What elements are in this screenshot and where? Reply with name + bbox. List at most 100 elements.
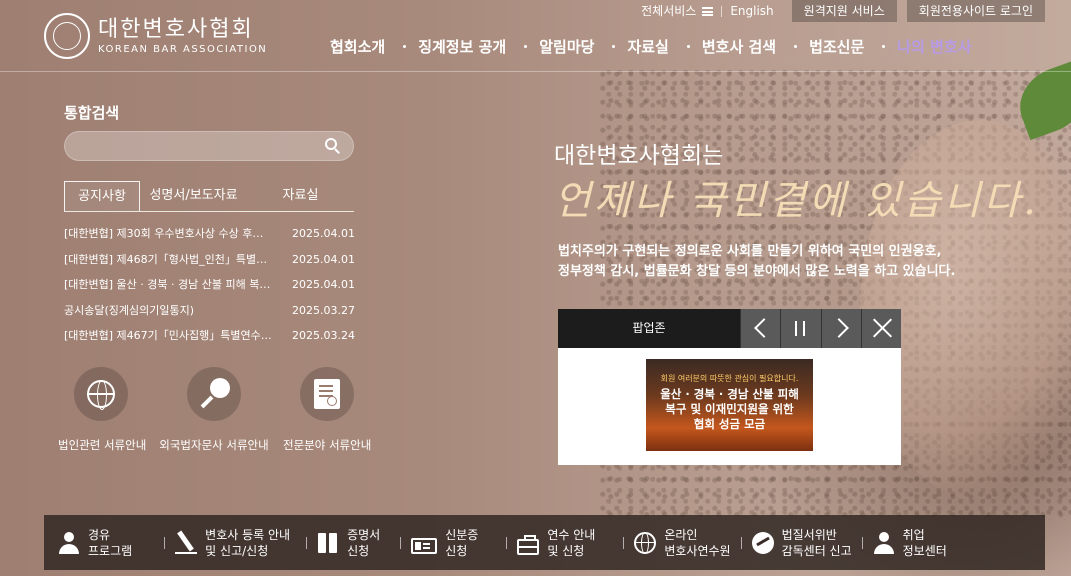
bottom-item-violation-report[interactable]: 법질서위반 감독센터 신고 <box>751 515 852 570</box>
popup-pause-button[interactable] <box>780 309 821 348</box>
quick-label: 전문분야 서류안내 <box>283 438 372 452</box>
notice-title[interactable]: [대한변협] 울산 · 경북 · 경남 산불 피해 복… <box>64 275 274 301</box>
nav-bullet <box>686 45 690 48</box>
bottom-item-online-academy[interactable]: 온라인 변호사연수원 <box>634 515 731 570</box>
person-icon <box>58 531 80 554</box>
nav-bullet <box>524 45 528 48</box>
search-box <box>64 131 354 161</box>
nav-notice[interactable]: 알림마당 <box>539 36 594 57</box>
list-item[interactable]: [대한변협] 제468기「형사법_인천」특별연… 2025.04.01 <box>64 250 355 276</box>
banner-line: 울산 · 경북 · 경남 산불 피해 <box>660 387 799 401</box>
nav-archive[interactable]: 자료실 <box>627 36 668 57</box>
banner-line: 협회 성금 모금 <box>693 417 766 431</box>
bottom-item-label: 및 신청 <box>547 543 585 558</box>
quick-link-specialty[interactable]: 전문분야 서류안내 <box>283 367 371 453</box>
notice-title[interactable]: 공시송달(징계심의기일통지) <box>64 301 274 327</box>
quick-circle <box>187 367 241 421</box>
pen-icon <box>175 532 198 554</box>
popup-zone: 팝업존 회원 여러분의 따뜻한 관심이 필요합니다. 울산 · 경북 · 경남 … <box>558 309 901 465</box>
list-item[interactable]: [대한변협] 울산 · 경북 · 경남 산불 피해 복… 2025.04.01 <box>64 275 355 301</box>
notice-list: [대한변협] 제30회 우수변호사상 수상 후… 2025.04.01 [대한변협… <box>64 224 355 352</box>
books-icon <box>317 532 339 554</box>
briefcase-icon <box>517 534 540 555</box>
menu-icon <box>702 7 714 16</box>
notice-title[interactable]: [대한변협] 제30회 우수변호사상 수상 후… <box>64 224 274 250</box>
bottom-item-label: 신청 <box>445 543 468 558</box>
bottom-item-program[interactable]: 경유 프로그램 <box>58 515 132 570</box>
hero-heading: 대한변호사협회는 <box>554 143 724 169</box>
notice-title[interactable]: [대한변협] 제468기「형사법_인천」특별연… <box>64 250 274 276</box>
popup-next-button[interactable] <box>820 309 861 348</box>
person-icon <box>873 531 895 554</box>
list-item[interactable]: 공시송달(징계심의기일통지) 2025.03.27 <box>64 301 355 327</box>
notice-date: 2025.04.01 <box>292 252 355 266</box>
all-services-link[interactable]: 전체서비스 <box>633 0 721 22</box>
tab-archive[interactable]: 자료실 <box>247 181 354 211</box>
search-input[interactable] <box>65 132 315 160</box>
bottom-item-training[interactable]: 연수 안내 및 신청 <box>517 515 595 570</box>
header-divider <box>0 71 1071 72</box>
quick-label: 외국법자문사 서류안내 <box>159 438 269 452</box>
ball-icon <box>751 531 774 554</box>
member-login-button[interactable]: 회원전용사이트 로그인 <box>906 0 1045 22</box>
popup-body: 회원 여러분의 따뜻한 관심이 필요합니다. 울산 · 경북 · 경남 산불 피… <box>558 348 901 465</box>
english-link[interactable]: English <box>722 0 781 22</box>
bottom-item-registration[interactable]: 변호사 등록 안내 및 신고/신청 <box>175 515 290 570</box>
remote-support-button[interactable]: 원격지원 서비스 <box>791 0 897 22</box>
notice-date: 2025.04.01 <box>292 278 355 291</box>
globe-icon <box>634 531 657 554</box>
list-item[interactable]: [대한변협] 제467기「민사집행」특별연수 … 2025.03.24 <box>64 326 355 352</box>
hero-slogan: 언제나 국민곁에 있습니다. <box>554 178 1039 224</box>
bottom-item-label: 및 신고/신청 <box>205 543 269 558</box>
bottom-item-label: 경유 <box>88 527 111 542</box>
nav-my-lawyer[interactable]: 나의 변호사 <box>897 36 971 57</box>
quick-link-foreign-counsel[interactable]: 외국법자문사 서류안내 <box>158 367 270 453</box>
divider <box>623 536 625 549</box>
pause-icon <box>795 321 806 336</box>
divider <box>164 536 166 549</box>
bottom-item-label: 변호사 등록 안내 <box>205 527 291 542</box>
nav-bullet <box>403 45 407 48</box>
bottom-item-employment[interactable]: 취업 정보센터 <box>873 515 947 570</box>
banner-line: 복구 및 이재민지원을 위한 <box>665 402 794 416</box>
banner-caption: 회원 여러분의 따뜻한 관심이 필요합니다. <box>660 374 799 383</box>
board-tabs: 공지사항 성명서/보도자료 자료실 <box>64 181 354 212</box>
nav-discipline[interactable]: 징계정보 공개 <box>418 36 506 57</box>
bottom-item-label: 온라인 <box>664 527 698 542</box>
quick-label: 법인관련 서류안내 <box>58 438 147 452</box>
popup-close-button[interactable] <box>860 309 901 348</box>
magnifier-icon <box>198 378 230 410</box>
all-services-label: 전체서비스 <box>641 4 697 18</box>
list-item[interactable]: [대한변협] 제30회 우수변호사상 수상 후… 2025.04.01 <box>64 224 355 250</box>
bottom-item-certificate[interactable]: 증명서 신청 <box>317 515 380 570</box>
notice-title[interactable]: [대한변협] 제467기「민사집행」특별연수 … <box>64 326 274 352</box>
logo-english: KOREAN BAR ASSOCIATION <box>98 43 268 55</box>
banner-headline: 울산 · 경북 · 경남 산불 피해 복구 및 이재민지원을 위한 협회 성금 … <box>646 387 813 432</box>
quick-circle <box>300 367 354 421</box>
chevron-left-icon <box>754 318 774 338</box>
bottom-item-id-card[interactable]: 신분증 신청 <box>411 515 478 570</box>
quick-link-corporate[interactable]: 법인관련 서류안내 <box>58 367 147 453</box>
hero-description-line: 정부정책 감시, 법률문화 창달 등의 분야에서 많은 노력을 하고 있습니다. <box>558 264 956 279</box>
hero-description-line: 법치주의가 구현되는 정의로운 사회를 만들기 위하여 국민의 인권옹호, <box>558 244 942 259</box>
nav-bullet <box>612 45 616 48</box>
nav-lawyer-search[interactable]: 변호사 검색 <box>702 36 776 57</box>
divider <box>400 536 402 549</box>
search-icon[interactable] <box>325 138 341 154</box>
notice-date: 2025.04.01 <box>292 227 355 240</box>
nav-newspaper[interactable]: 법조신문 <box>809 36 864 57</box>
bottom-quick-menu: 경유 프로그램 변호사 등록 안내 및 신고/신청 증명서 신청 신분증 신청 연수 안… <box>44 515 1045 570</box>
tab-notice[interactable]: 공지사항 <box>64 181 140 211</box>
bottom-item-label: 정보센터 <box>902 543 947 558</box>
popup-banner[interactable]: 회원 여러분의 따뜻한 관심이 필요합니다. 울산 · 경북 · 경남 산불 피… <box>646 359 813 451</box>
quick-circle <box>74 367 128 421</box>
divider <box>740 536 742 549</box>
document-icon <box>314 379 340 409</box>
tab-press[interactable]: 성명서/보도자료 <box>140 181 247 211</box>
nav-about[interactable]: 협회소개 <box>330 36 385 57</box>
site-logo[interactable]: 대한변호사협회 KOREAN BAR ASSOCIATION <box>44 13 267 59</box>
bottom-item-label: 변호사연수원 <box>664 543 731 558</box>
popup-title: 팝업존 <box>632 321 666 335</box>
divider <box>506 536 508 549</box>
popup-prev-button[interactable] <box>740 309 781 348</box>
